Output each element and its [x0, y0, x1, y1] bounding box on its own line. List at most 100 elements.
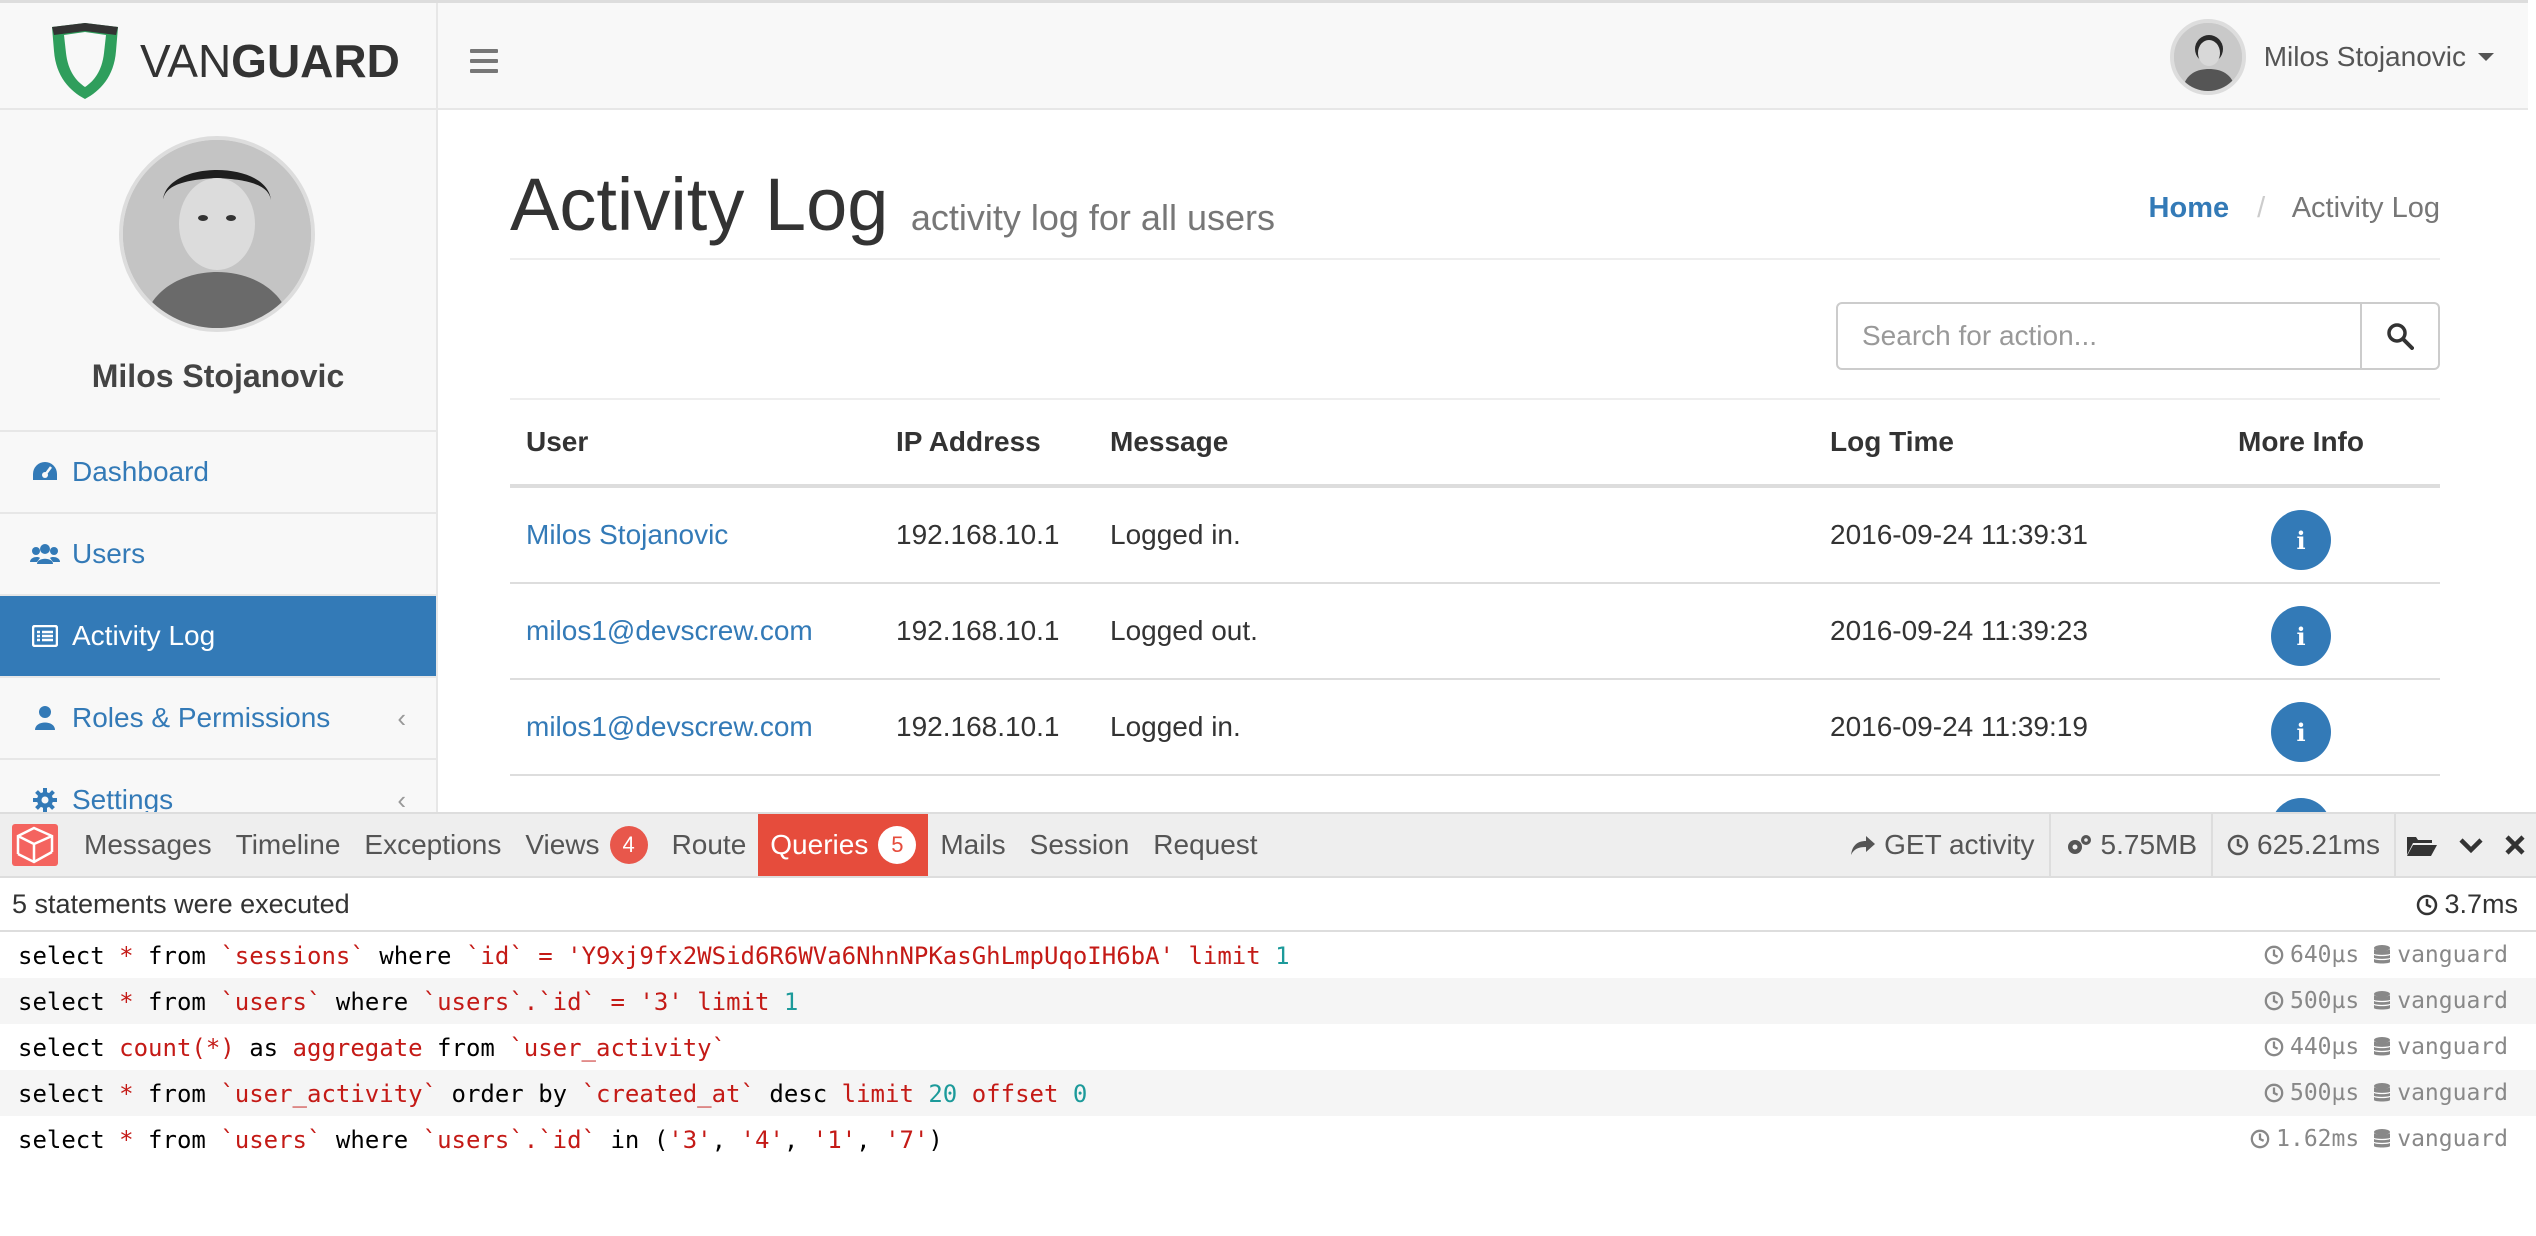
sidebar-toggle-icon[interactable]: [470, 49, 498, 79]
sidebar-item-dashboard[interactable]: Dashboard: [0, 432, 436, 514]
list-item[interactable]: select * from `user_activity` order by `…: [0, 1070, 2536, 1116]
tab-queries[interactable]: Queries 5: [758, 814, 929, 876]
total-time-text: 3.7ms: [2444, 889, 2518, 919]
clock-icon: [2250, 1129, 2270, 1149]
tab-route[interactable]: Route: [660, 814, 759, 876]
debugbar: Messages Timeline Exceptions Views 4 Rout…: [0, 812, 2536, 1236]
list-item[interactable]: select * from `users` where `users`.`id`…: [0, 1116, 2536, 1162]
sidebar-item-users[interactable]: Users: [0, 514, 436, 596]
users-icon: [30, 539, 60, 569]
table-row: Milos Stojanovic 192.168.10.1 Logged in.…: [510, 486, 2440, 584]
brand-name: VANGUARD: [140, 34, 400, 88]
query-meta: 500µs vanguard: [2264, 1080, 2508, 1106]
ip-cell: 192.168.10.1: [880, 583, 1094, 680]
sidebar-item-label: Roles & Permissions: [72, 702, 331, 733]
brand-suffix: GUARD: [231, 35, 400, 87]
debugbar-tabs: Messages Timeline Exceptions Views 4 Rout…: [72, 814, 1270, 876]
clock-icon: [2264, 991, 2284, 1011]
queries-list: select * from `sessions` where `id` = 'Y…: [0, 932, 2536, 1162]
tab-views[interactable]: Views 4: [513, 814, 659, 876]
query-meta: 440µs vanguard: [2264, 1034, 2508, 1060]
share-icon: [1851, 836, 1876, 855]
query-meta: 500µs vanguard: [2264, 988, 2508, 1014]
more-info-cell: i: [2162, 583, 2440, 680]
tab-mails[interactable]: Mails: [928, 814, 1017, 876]
query-connection: vanguard: [2373, 942, 2508, 968]
ip-cell: 192.168.10.1: [880, 679, 1094, 776]
query-duration: 440µs: [2264, 1034, 2359, 1060]
user-link[interactable]: milos1@devscrew.com: [510, 583, 880, 680]
message-cell: Logged in.: [1094, 679, 1814, 776]
close-button[interactable]: [2494, 814, 2536, 876]
table-row: Devs Crew 192.168.10.1 Logged out. 2016-…: [510, 775, 2440, 812]
sql-statement: select * from `sessions` where `id` = 'Y…: [18, 942, 1290, 970]
sql-statement: select * from `users` where `users`.`id`…: [18, 988, 799, 1016]
info-button[interactable]: i: [2271, 702, 2331, 762]
tab-exceptions[interactable]: Exceptions: [352, 814, 513, 876]
tab-label: Messages: [84, 829, 212, 860]
tab-label: Timeline: [235, 829, 341, 860]
user-link[interactable]: Milos Stojanovic: [510, 486, 880, 584]
tab-messages[interactable]: Messages: [72, 814, 224, 876]
sidebar-item-roles-permissions[interactable]: Roles & Permissions ‹: [0, 678, 436, 760]
cogs-icon: [2067, 835, 2091, 854]
breadcrumb-home-link[interactable]: Home: [2149, 192, 2230, 224]
minimize-button[interactable]: [2448, 814, 2494, 876]
user-link[interactable]: Devs Crew: [510, 775, 880, 812]
more-info-cell: i: [2162, 679, 2440, 776]
page-subtitle: activity log for all users: [910, 197, 1275, 238]
profile-name: Milos Stojanovic: [91, 358, 345, 394]
activity-table: User IP Address Message Log Time More In…: [510, 398, 2440, 812]
main-content: Activity Log activity log for all users …: [440, 110, 2528, 812]
message-cell: Logged out.: [1094, 583, 1814, 680]
sql-statement: select count(*) as aggregate from `user_…: [18, 1034, 727, 1062]
query-connection: vanguard: [2373, 1080, 2508, 1106]
user-menu[interactable]: Milos Stojanovic: [2169, 17, 2494, 97]
sidebar-item-settings[interactable]: Settings ‹: [0, 760, 436, 812]
profile-avatar[interactable]: [119, 136, 315, 332]
debugbar-indicators: GET activity 5.75MB 625.21ms: [1836, 814, 2536, 876]
queries-count-badge: 5: [878, 826, 917, 864]
tab-session[interactable]: Session: [1018, 814, 1142, 876]
database-icon: [2373, 991, 2391, 1010]
views-count-badge: 4: [609, 826, 648, 864]
gear-icon: [30, 785, 60, 812]
user-menu-name: Milos Stojanovic: [2263, 41, 2466, 72]
user-link[interactable]: milos1@devscrew.com: [510, 679, 880, 776]
log-time-cell: 2016-09-24 11:39:14: [1814, 775, 2162, 812]
list-item[interactable]: select * from `sessions` where `id` = 'Y…: [0, 932, 2536, 978]
list-item[interactable]: select count(*) as aggregate from `user_…: [0, 1024, 2536, 1070]
column-header-more-info: More Info: [2162, 400, 2440, 488]
sidebar: Milos Stojanovic Dashboard Users Activit…: [0, 110, 438, 812]
search-button[interactable]: [2362, 302, 2440, 370]
dashboard-icon: [30, 457, 60, 487]
info-button[interactable]: i: [2271, 798, 2331, 812]
query-duration: 500µs: [2264, 988, 2359, 1014]
tab-label: Session: [1029, 829, 1130, 860]
brand-logo[interactable]: VANGUARD: [0, 3, 438, 111]
tab-timeline[interactable]: Timeline: [224, 814, 353, 876]
laravel-logo-icon[interactable]: [12, 824, 58, 866]
open-handler-button[interactable]: [2394, 814, 2448, 876]
search-input[interactable]: [1836, 302, 2362, 370]
list-item[interactable]: select * from `users` where `users`.`id`…: [0, 978, 2536, 1024]
info-button[interactable]: i: [2271, 510, 2331, 570]
memory-indicator: 5.75MB: [2048, 814, 2212, 876]
more-info-cell: i: [2162, 486, 2440, 584]
time-text: 625.21ms: [2257, 829, 2380, 860]
tab-label: Request: [1153, 829, 1258, 860]
route-text: GET activity: [1884, 829, 2035, 860]
sidebar-item-activity-log[interactable]: Activity Log: [0, 596, 436, 678]
query-meta: 640µs vanguard: [2264, 942, 2508, 968]
info-button[interactable]: i: [2271, 606, 2331, 666]
brand-prefix: VAN: [140, 35, 232, 87]
page-header: Activity Log activity log for all users …: [510, 162, 2440, 260]
tab-request[interactable]: Request: [1141, 814, 1269, 876]
column-header-message: Message: [1094, 400, 1814, 488]
table-header-row: User IP Address Message Log Time More In…: [510, 400, 2440, 488]
page-title: Activity Log: [510, 163, 889, 246]
sql-statement: select * from `users` where `users`.`id`…: [18, 1126, 943, 1154]
table-row: milos1@devscrew.com 192.168.10.1 Logged …: [510, 583, 2440, 680]
tab-label: Route: [671, 829, 747, 860]
shield-logo-icon: [52, 23, 118, 99]
